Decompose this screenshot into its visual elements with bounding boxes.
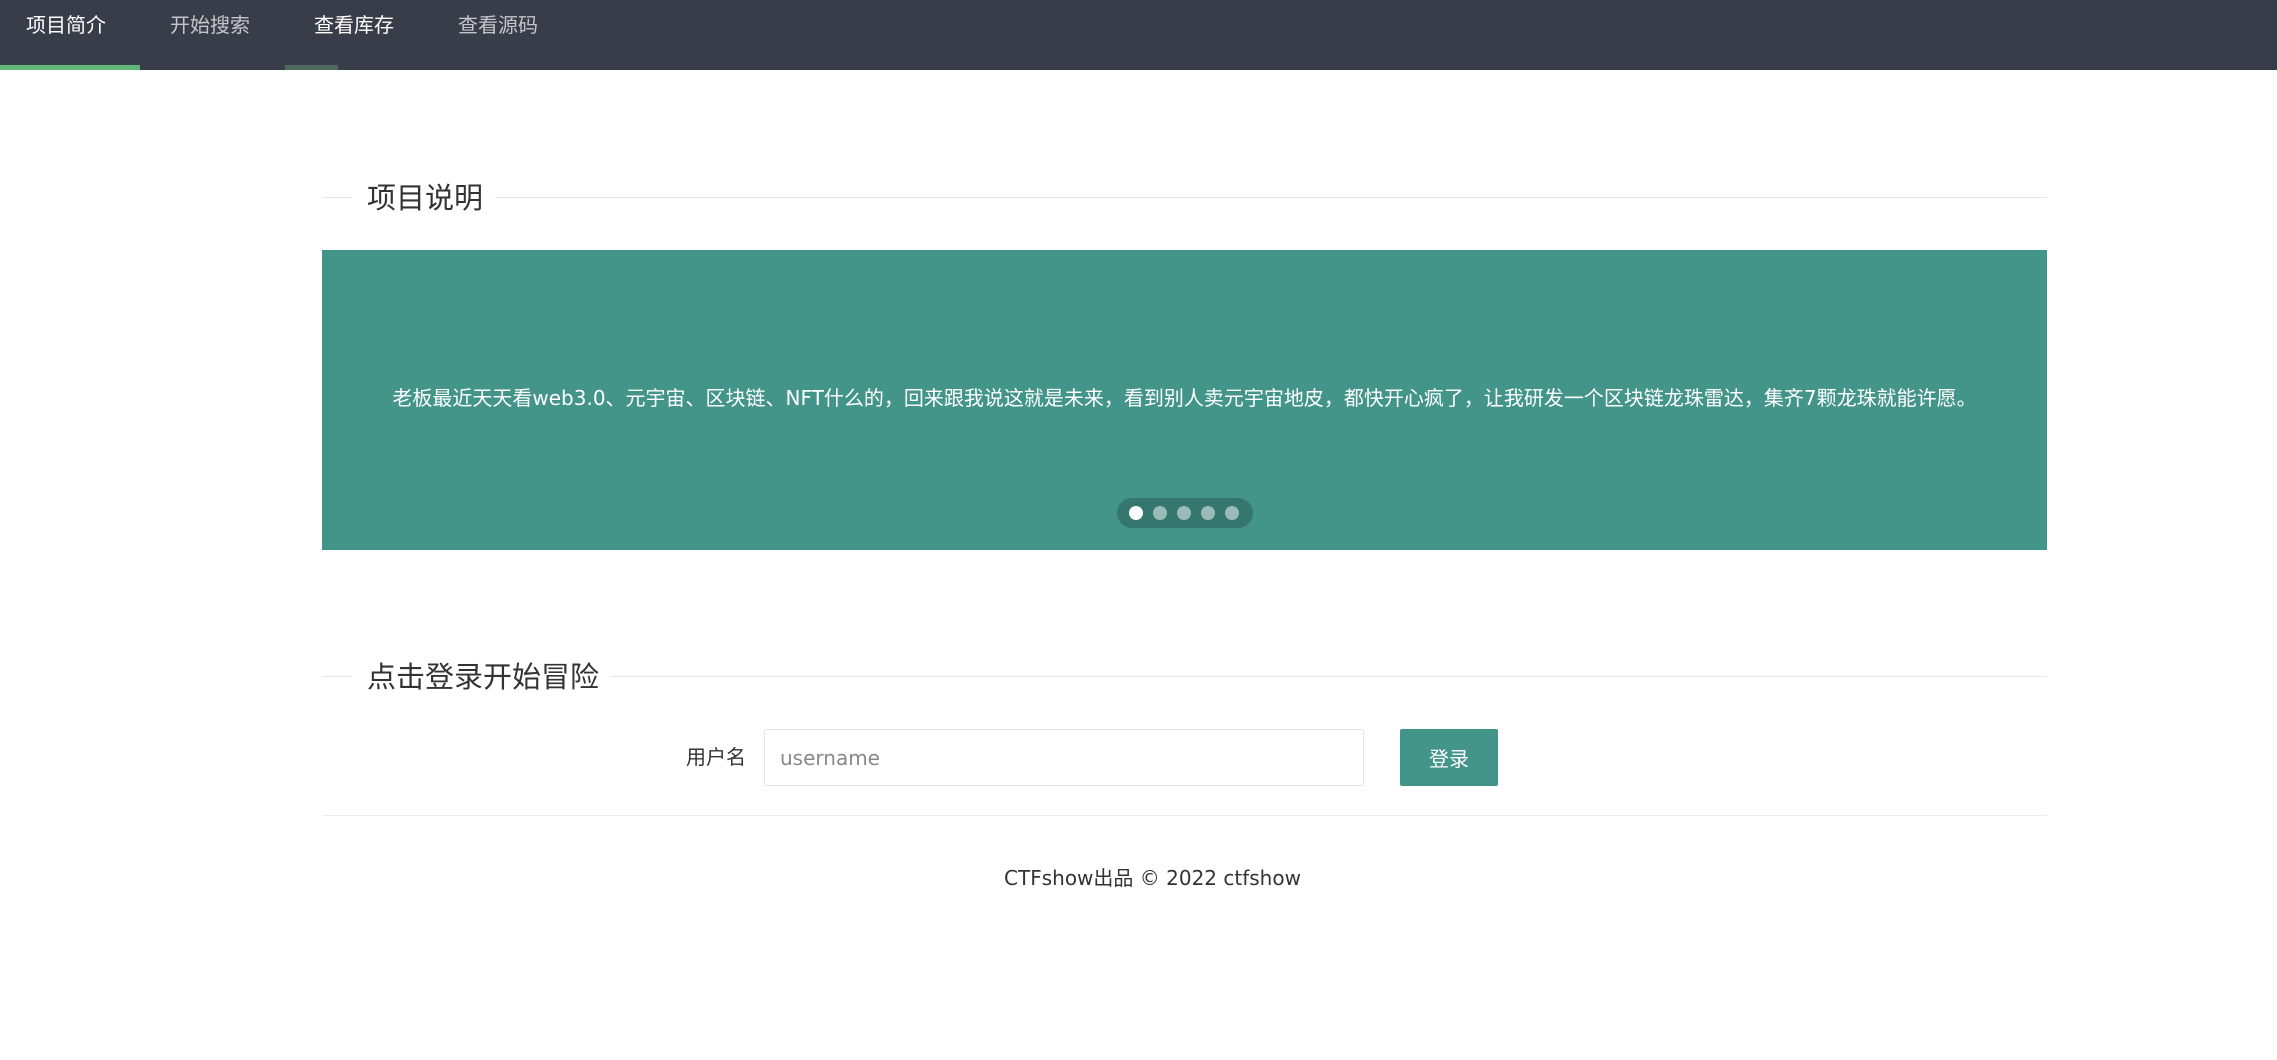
carousel: 老板最近天天看web3.0、元宇宙、区块链、NFT什么的，回来跟我说这就是未来，… [322, 250, 2047, 550]
section-divider [322, 197, 2047, 198]
nav-item-view-inventory[interactable]: 查看库存 [314, 0, 394, 70]
nav-item-label: 开始搜索 [170, 13, 250, 37]
username-label: 用户名 [686, 745, 746, 769]
section-login: 点击登录开始冒险 [322, 657, 2047, 697]
nav-item-label: 项目简介 [26, 13, 106, 37]
section-heading: 点击登录开始冒险 [352, 657, 612, 697]
carousel-slide-text: 老板最近天天看web3.0、元宇宙、区块链、NFT什么的，回来跟我说这就是未来，… [392, 386, 1977, 410]
nav-item-label: 查看库存 [314, 13, 394, 37]
username-input[interactable] [764, 729, 1364, 786]
footer-copyright: CTFshow出品 © 2022 ctfshow [1004, 866, 1301, 890]
top-navigation: 项目简介 开始搜索 查看库存 查看源码 [0, 0, 2277, 70]
nav-active-indicator [0, 65, 140, 70]
carousel-dot-4[interactable] [1201, 506, 1215, 520]
footer-divider [322, 815, 2047, 816]
nav-item-label: 查看源码 [458, 13, 538, 37]
login-button[interactable]: 登录 [1400, 729, 1498, 786]
carousel-dot-2[interactable] [1153, 506, 1167, 520]
nav-item-view-source[interactable]: 查看源码 [458, 0, 538, 70]
carousel-indicators [1117, 498, 1253, 528]
carousel-dot-5[interactable] [1225, 506, 1239, 520]
nav-item-start-search[interactable]: 开始搜索 [170, 0, 250, 70]
nav-item-project-intro[interactable]: 项目简介 [26, 0, 106, 70]
carousel-dot-1[interactable] [1129, 506, 1143, 520]
carousel-dot-3[interactable] [1177, 506, 1191, 520]
section-project-description: 项目说明 [322, 178, 2047, 218]
nav-hover-indicator [285, 65, 338, 70]
section-heading: 项目说明 [352, 178, 496, 218]
